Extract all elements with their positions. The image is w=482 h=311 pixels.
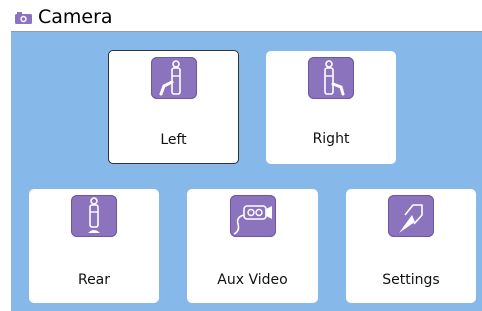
left-camera-icon bbox=[150, 57, 197, 99]
aux-video-icon bbox=[229, 195, 276, 237]
right-camera-icon bbox=[308, 57, 354, 99]
right-camera-button[interactable]: Right bbox=[266, 51, 396, 164]
rear-camera-button[interactable]: Rear bbox=[29, 189, 159, 303]
camera-panel: Left Right Rear Aux Video Settings bbox=[11, 32, 482, 311]
left-camera-button[interactable]: Left bbox=[108, 50, 239, 164]
settings-button[interactable]: Settings bbox=[346, 189, 476, 303]
right-camera-label: Right bbox=[312, 131, 350, 147]
left-camera-label: Left bbox=[160, 132, 187, 148]
title-bar: Camera bbox=[11, 4, 482, 32]
camera-icon bbox=[14, 10, 33, 25]
aux-video-button[interactable]: Aux Video bbox=[187, 189, 318, 303]
rear-camera-icon bbox=[71, 195, 117, 237]
camera-window: Camera Left Right Rear Aux Video Setting… bbox=[11, 4, 482, 311]
rear-camera-label: Rear bbox=[77, 272, 111, 288]
aux-video-label: Aux Video bbox=[217, 272, 288, 288]
settings-icon bbox=[388, 195, 434, 237]
settings-label: Settings bbox=[382, 272, 440, 288]
window-title: Camera bbox=[38, 6, 113, 28]
